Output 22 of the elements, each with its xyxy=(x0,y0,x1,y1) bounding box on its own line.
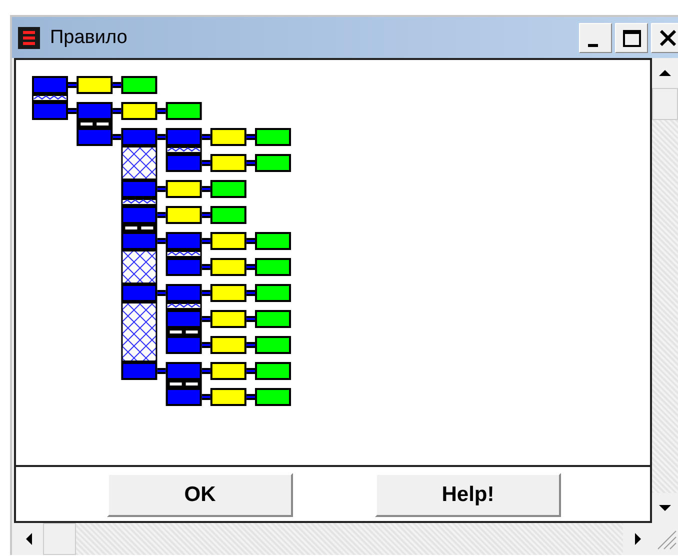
minimize-icon xyxy=(588,44,598,46)
scroll-thumb[interactable] xyxy=(43,523,76,555)
scroll-left-button[interactable] xyxy=(14,523,43,555)
scroll-down-button[interactable] xyxy=(652,493,678,523)
scroll-thumb[interactable] xyxy=(652,88,678,120)
close-button[interactable] xyxy=(651,23,678,53)
down-triangle-icon xyxy=(659,505,671,511)
ok-button[interactable]: OK xyxy=(107,473,293,517)
maximize-button[interactable] xyxy=(615,23,648,53)
close-icon xyxy=(660,30,676,46)
right-triangle-icon xyxy=(634,533,640,545)
window-title: Правило xyxy=(50,26,128,48)
left-triangle-icon xyxy=(26,533,32,545)
help-button[interactable]: Help! xyxy=(375,473,561,517)
maximize-icon xyxy=(622,30,640,46)
scroll-right-button[interactable] xyxy=(623,523,652,555)
up-triangle-icon xyxy=(659,70,671,76)
horizontal-scrollbar[interactable] xyxy=(14,523,652,555)
minimize-button[interactable] xyxy=(579,23,612,53)
scroll-up-button[interactable] xyxy=(652,58,678,88)
vertical-scrollbar[interactable] xyxy=(652,58,678,523)
app-icon xyxy=(18,26,40,48)
